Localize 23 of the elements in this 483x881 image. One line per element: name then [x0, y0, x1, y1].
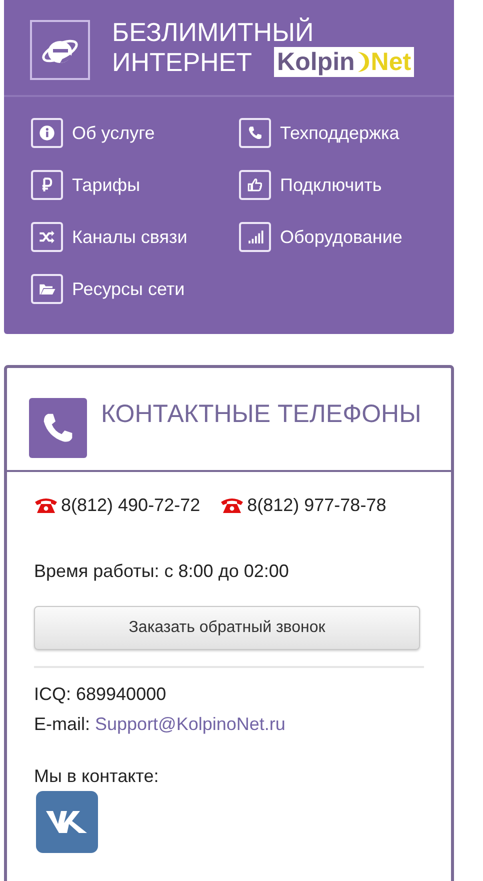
- menu-link[interactable]: Ресурсы сети: [31, 273, 239, 305]
- menu-link[interactable]: Об услуге: [31, 117, 239, 149]
- email-link[interactable]: Support@KolpinoNet.ru: [95, 712, 286, 736]
- menu-link[interactable]: Техподдержка: [239, 117, 439, 149]
- phone-number: 8(812) 490-72-72: [61, 494, 200, 517]
- email-label: E-mail:: [34, 713, 90, 736]
- menu-link[interactable]: Каналы связи: [31, 221, 239, 253]
- menu-link[interactable]: Подключить: [239, 169, 439, 201]
- kolpinonet-logo: Kolpin Net: [274, 47, 414, 77]
- section-title: КОНТАКТНЫЕ ТЕЛЕФОНЫ: [101, 402, 422, 427]
- callback-button[interactable]: Заказать обратный звонок: [34, 606, 420, 650]
- banner-title: БЕЗЛИМИТНЫЙ: [112, 18, 315, 47]
- banner-title: ИНТЕРНЕТ: [112, 48, 252, 76]
- icq-number: ICQ: 689940000: [34, 683, 168, 706]
- menu-link[interactable]: Тарифы: [31, 169, 239, 201]
- phone-number: 8(812) 977-78-78: [247, 494, 386, 517]
- social-network-icon[interactable]: [36, 791, 98, 853]
- menu-link[interactable]: Оборудование: [239, 221, 439, 253]
- telephone-icon: [34, 496, 58, 514]
- working-hours: Время работы: с 8:00 до 02:00: [34, 560, 290, 583]
- telephone-icon: [220, 496, 244, 514]
- social-label: Мы в контакте:: [34, 765, 160, 788]
- phone-icon: [29, 398, 87, 458]
